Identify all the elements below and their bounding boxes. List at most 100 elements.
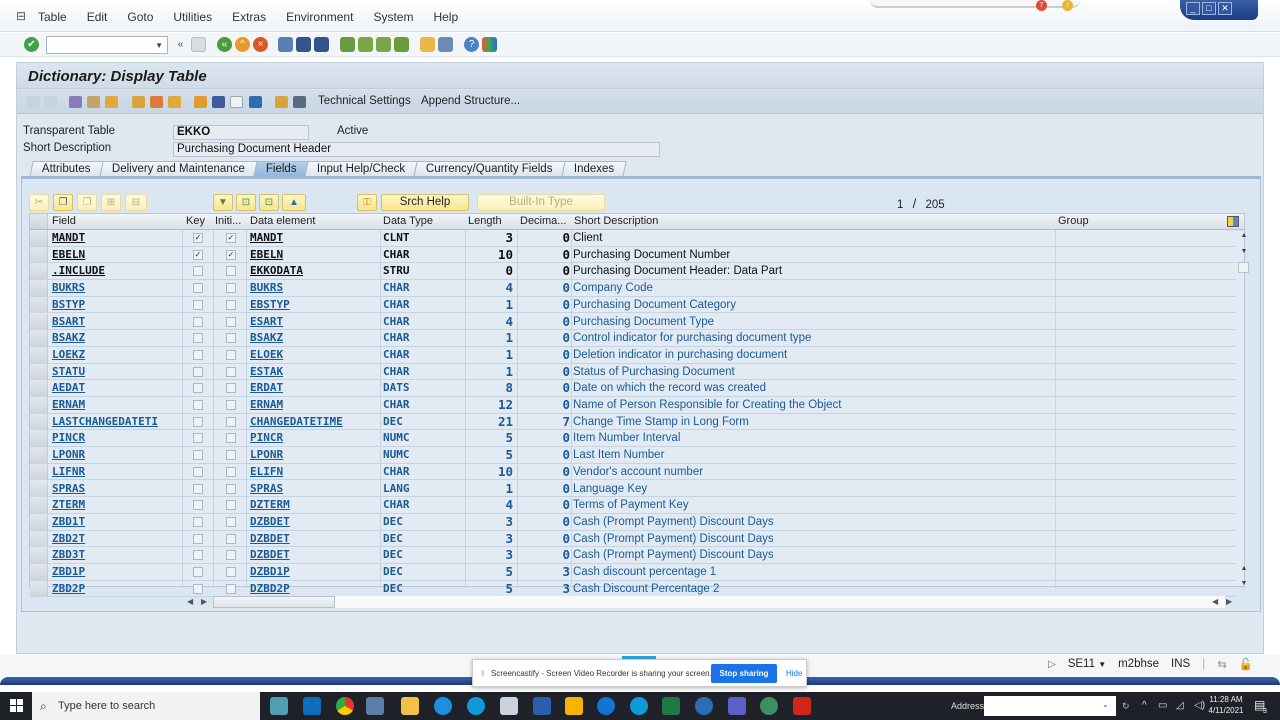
next-page-icon[interactable] — [376, 37, 391, 52]
file-explorer-icon[interactable] — [401, 697, 419, 715]
row-selector[interactable] — [30, 413, 48, 430]
cut-icon[interactable]: ✂ — [29, 194, 49, 211]
field-name[interactable]: LPONR — [52, 448, 182, 462]
task-view-icon[interactable] — [270, 697, 288, 715]
scroll-thumb[interactable] — [1238, 262, 1249, 273]
initial-values-checkbox[interactable] — [226, 500, 236, 511]
initial-values-checkbox[interactable] — [226, 567, 236, 577]
data-element[interactable]: EBSTYP — [250, 298, 378, 312]
frame-icon[interactable] — [230, 96, 243, 108]
row-selector[interactable] — [30, 346, 48, 363]
key-checkbox[interactable] — [193, 333, 203, 344]
menu-help[interactable]: Help — [423, 8, 468, 26]
close-button[interactable]: ✕ — [1218, 2, 1232, 15]
row-selector[interactable] — [30, 530, 48, 547]
tab-input-help-check[interactable]: Input Help/Check — [304, 161, 419, 177]
data-element[interactable]: BUKRS — [250, 281, 378, 295]
key-checkbox[interactable] — [193, 450, 203, 461]
technical-settings-button[interactable]: Technical Settings — [318, 95, 411, 107]
key-checkbox[interactable] — [193, 366, 203, 377]
layout-icon[interactable] — [275, 96, 288, 108]
data-element[interactable]: SPRAS — [250, 482, 378, 496]
lock-icon[interactable]: 🔓 — [1239, 657, 1253, 671]
field-name[interactable]: LOEKZ — [52, 348, 182, 362]
field-name[interactable]: ZBD1P — [52, 565, 182, 579]
columns-icon[interactable] — [293, 96, 306, 108]
customize-layout-icon[interactable] — [482, 37, 497, 52]
status-expand-icon[interactable]: ▷ — [1048, 659, 1056, 670]
row-selector[interactable] — [30, 564, 48, 580]
scroll-page-up-icon[interactable]: ▲ — [1239, 565, 1249, 572]
field-name[interactable]: ZBD1T — [52, 515, 182, 529]
field-name[interactable]: SPRAS — [52, 482, 182, 496]
data-element[interactable]: MANDT — [250, 231, 378, 245]
scroll-up-icon[interactable]: ▲ — [1239, 232, 1249, 239]
status-layout-icon[interactable]: ⇆ — [1217, 657, 1227, 671]
select-all-cell[interactable] — [30, 214, 48, 229]
teams-icon[interactable] — [728, 697, 746, 715]
row-selector[interactable] — [30, 263, 48, 280]
scroll-right-end-icon[interactable]: ▶ — [1226, 597, 1232, 606]
field-name[interactable]: ZBD2T — [52, 532, 182, 546]
battery-icon[interactable]: ▭ — [1158, 700, 1167, 711]
initial-values-checkbox[interactable] — [226, 416, 236, 427]
webex-icon[interactable] — [630, 697, 648, 715]
initial-values-checkbox[interactable] — [226, 383, 236, 394]
menu-utilities[interactable]: Utilities — [163, 8, 222, 26]
network-icon[interactable]: ◿ — [1176, 700, 1184, 711]
key-checkbox[interactable] — [193, 533, 203, 544]
initial-values-checkbox[interactable] — [226, 400, 236, 410]
taskbar-search[interactable]: ⌕ Type here to search — [32, 692, 260, 720]
scroll-left-end-icon[interactable]: ◀ — [1212, 597, 1218, 606]
delete-row-icon[interactable]: ⊟ — [125, 194, 147, 211]
search-help-button[interactable]: Srch Help — [381, 194, 469, 211]
data-element[interactable]: ELIFN — [250, 465, 378, 479]
data-element[interactable]: EKKODATA — [250, 264, 378, 278]
stop-sharing-button[interactable]: Stop sharing — [711, 664, 777, 683]
data-element[interactable]: DZBDET — [250, 515, 378, 529]
data-element[interactable]: DZTERM — [250, 498, 378, 512]
key-checkbox[interactable] — [193, 483, 203, 494]
menu-environment[interactable]: Environment — [276, 8, 363, 26]
column-header-field[interactable]: Field — [52, 215, 182, 227]
short-description-field[interactable]: Purchasing Document Header — [173, 142, 660, 157]
row-selector[interactable] — [30, 363, 48, 380]
enter-check-icon[interactable]: ✔ — [24, 37, 39, 52]
horizontal-scroll-track[interactable] — [335, 596, 1225, 608]
key-checkbox[interactable] — [193, 316, 203, 327]
data-element[interactable]: BSAKZ — [250, 331, 378, 345]
minimize-button[interactable]: _ — [1186, 2, 1200, 15]
row-selector[interactable] — [30, 230, 48, 246]
data-element[interactable]: DZBDET — [250, 548, 378, 562]
transaction-code[interactable]: SE11 ▼ — [1068, 658, 1106, 670]
word-icon[interactable] — [533, 697, 551, 715]
row-selector[interactable] — [30, 330, 48, 347]
field-name[interactable]: ZBD3T — [52, 548, 182, 562]
column-header-key[interactable]: Key — [186, 215, 214, 227]
exit-icon[interactable]: ^ — [235, 37, 250, 52]
acrobat-icon[interactable] — [793, 697, 811, 715]
data-element[interactable]: CHANGEDATETIME — [250, 415, 378, 429]
back-arrow-icon[interactable] — [27, 96, 40, 108]
new-session-icon[interactable] — [420, 37, 435, 52]
where-used-icon[interactable] — [132, 96, 145, 108]
key-checkbox[interactable] — [193, 266, 203, 277]
display-object-list-icon[interactable] — [212, 96, 225, 108]
previous-page-icon[interactable] — [358, 37, 373, 52]
initial-values-checkbox[interactable] — [226, 450, 236, 461]
key-checkbox[interactable] — [193, 416, 203, 427]
field-name[interactable]: BSTYP — [52, 298, 182, 312]
outlook-icon[interactable] — [303, 697, 321, 715]
field-name[interactable]: LASTCHANGEDATETI — [52, 415, 182, 429]
initial-values-checkbox[interactable] — [226, 516, 236, 527]
shortcut-icon[interactable] — [438, 37, 453, 52]
row-selector[interactable] — [30, 480, 48, 497]
data-element[interactable]: DZBD1P — [250, 565, 378, 579]
command-field[interactable]: ▼ — [46, 36, 168, 54]
menu-extras[interactable]: Extras — [222, 8, 276, 26]
row-selector[interactable] — [30, 580, 48, 597]
key-checkbox[interactable] — [193, 299, 203, 310]
key-checkbox[interactable]: ✓ — [193, 233, 203, 243]
sap-logon-icon[interactable] — [366, 697, 384, 715]
taskbar-clock[interactable]: 11:28 AM 4/11/2021 — [1208, 694, 1244, 716]
